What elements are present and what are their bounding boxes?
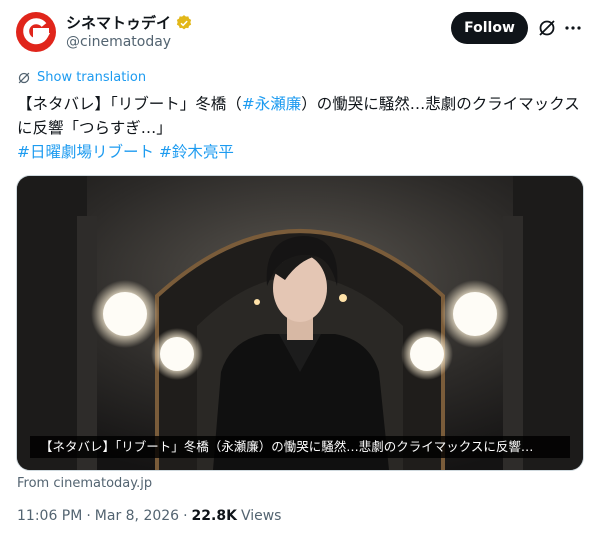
translate-icon [18,72,30,83]
follow-button[interactable]: Follow [451,12,528,44]
name-row: シネマトゥデイ [66,12,193,33]
meta-separator: · [86,508,91,524]
hashtag-link[interactable]: #永瀬廉 [242,95,302,113]
hashtag-link[interactable]: #日曜劇場リブート [17,143,154,161]
display-name[interactable]: シネマトゥデイ [66,12,171,33]
tweet-time[interactable]: 11:06 PM [17,508,82,524]
views-label: Views [240,508,282,524]
grok-slash-icon[interactable] [537,18,557,38]
media-card[interactable] [16,175,584,471]
avatar[interactable] [16,12,56,52]
more-dots-icon[interactable] [563,18,583,38]
verified-badge-icon [175,14,193,32]
views-count: 22.8K [191,508,237,524]
tweet-date[interactable]: Mar 8, 2026 [95,508,179,524]
tweet-text: 【ネタバレ】「リブート」冬橋（#永瀬廉）の慟哭に騒然…悲劇のクライマックスに反響… [17,92,582,164]
cinematoday-logo-icon [23,18,51,45]
show-translation-label: Show translation [37,70,147,85]
handle[interactable]: @cinematoday [66,34,171,50]
tweet-text-part1: 【ネタバレ】「リブート」冬橋（ [17,95,242,113]
article-image [17,176,583,470]
show-translation-link[interactable]: Show translation [17,70,146,85]
media-caption: 【ネタバレ】「リブート」冬橋（永瀬廉）の慟哭に騒然…悲劇のクライマックスに反響… [30,436,570,458]
hashtag-link[interactable]: #鈴木亮平 [159,143,234,161]
tweet-meta: 11:06 PM · Mar 8, 2026 · 22.8K Views [17,508,281,524]
source-link[interactable]: From cinematoday.jp [17,476,152,491]
meta-separator: · [183,508,188,524]
